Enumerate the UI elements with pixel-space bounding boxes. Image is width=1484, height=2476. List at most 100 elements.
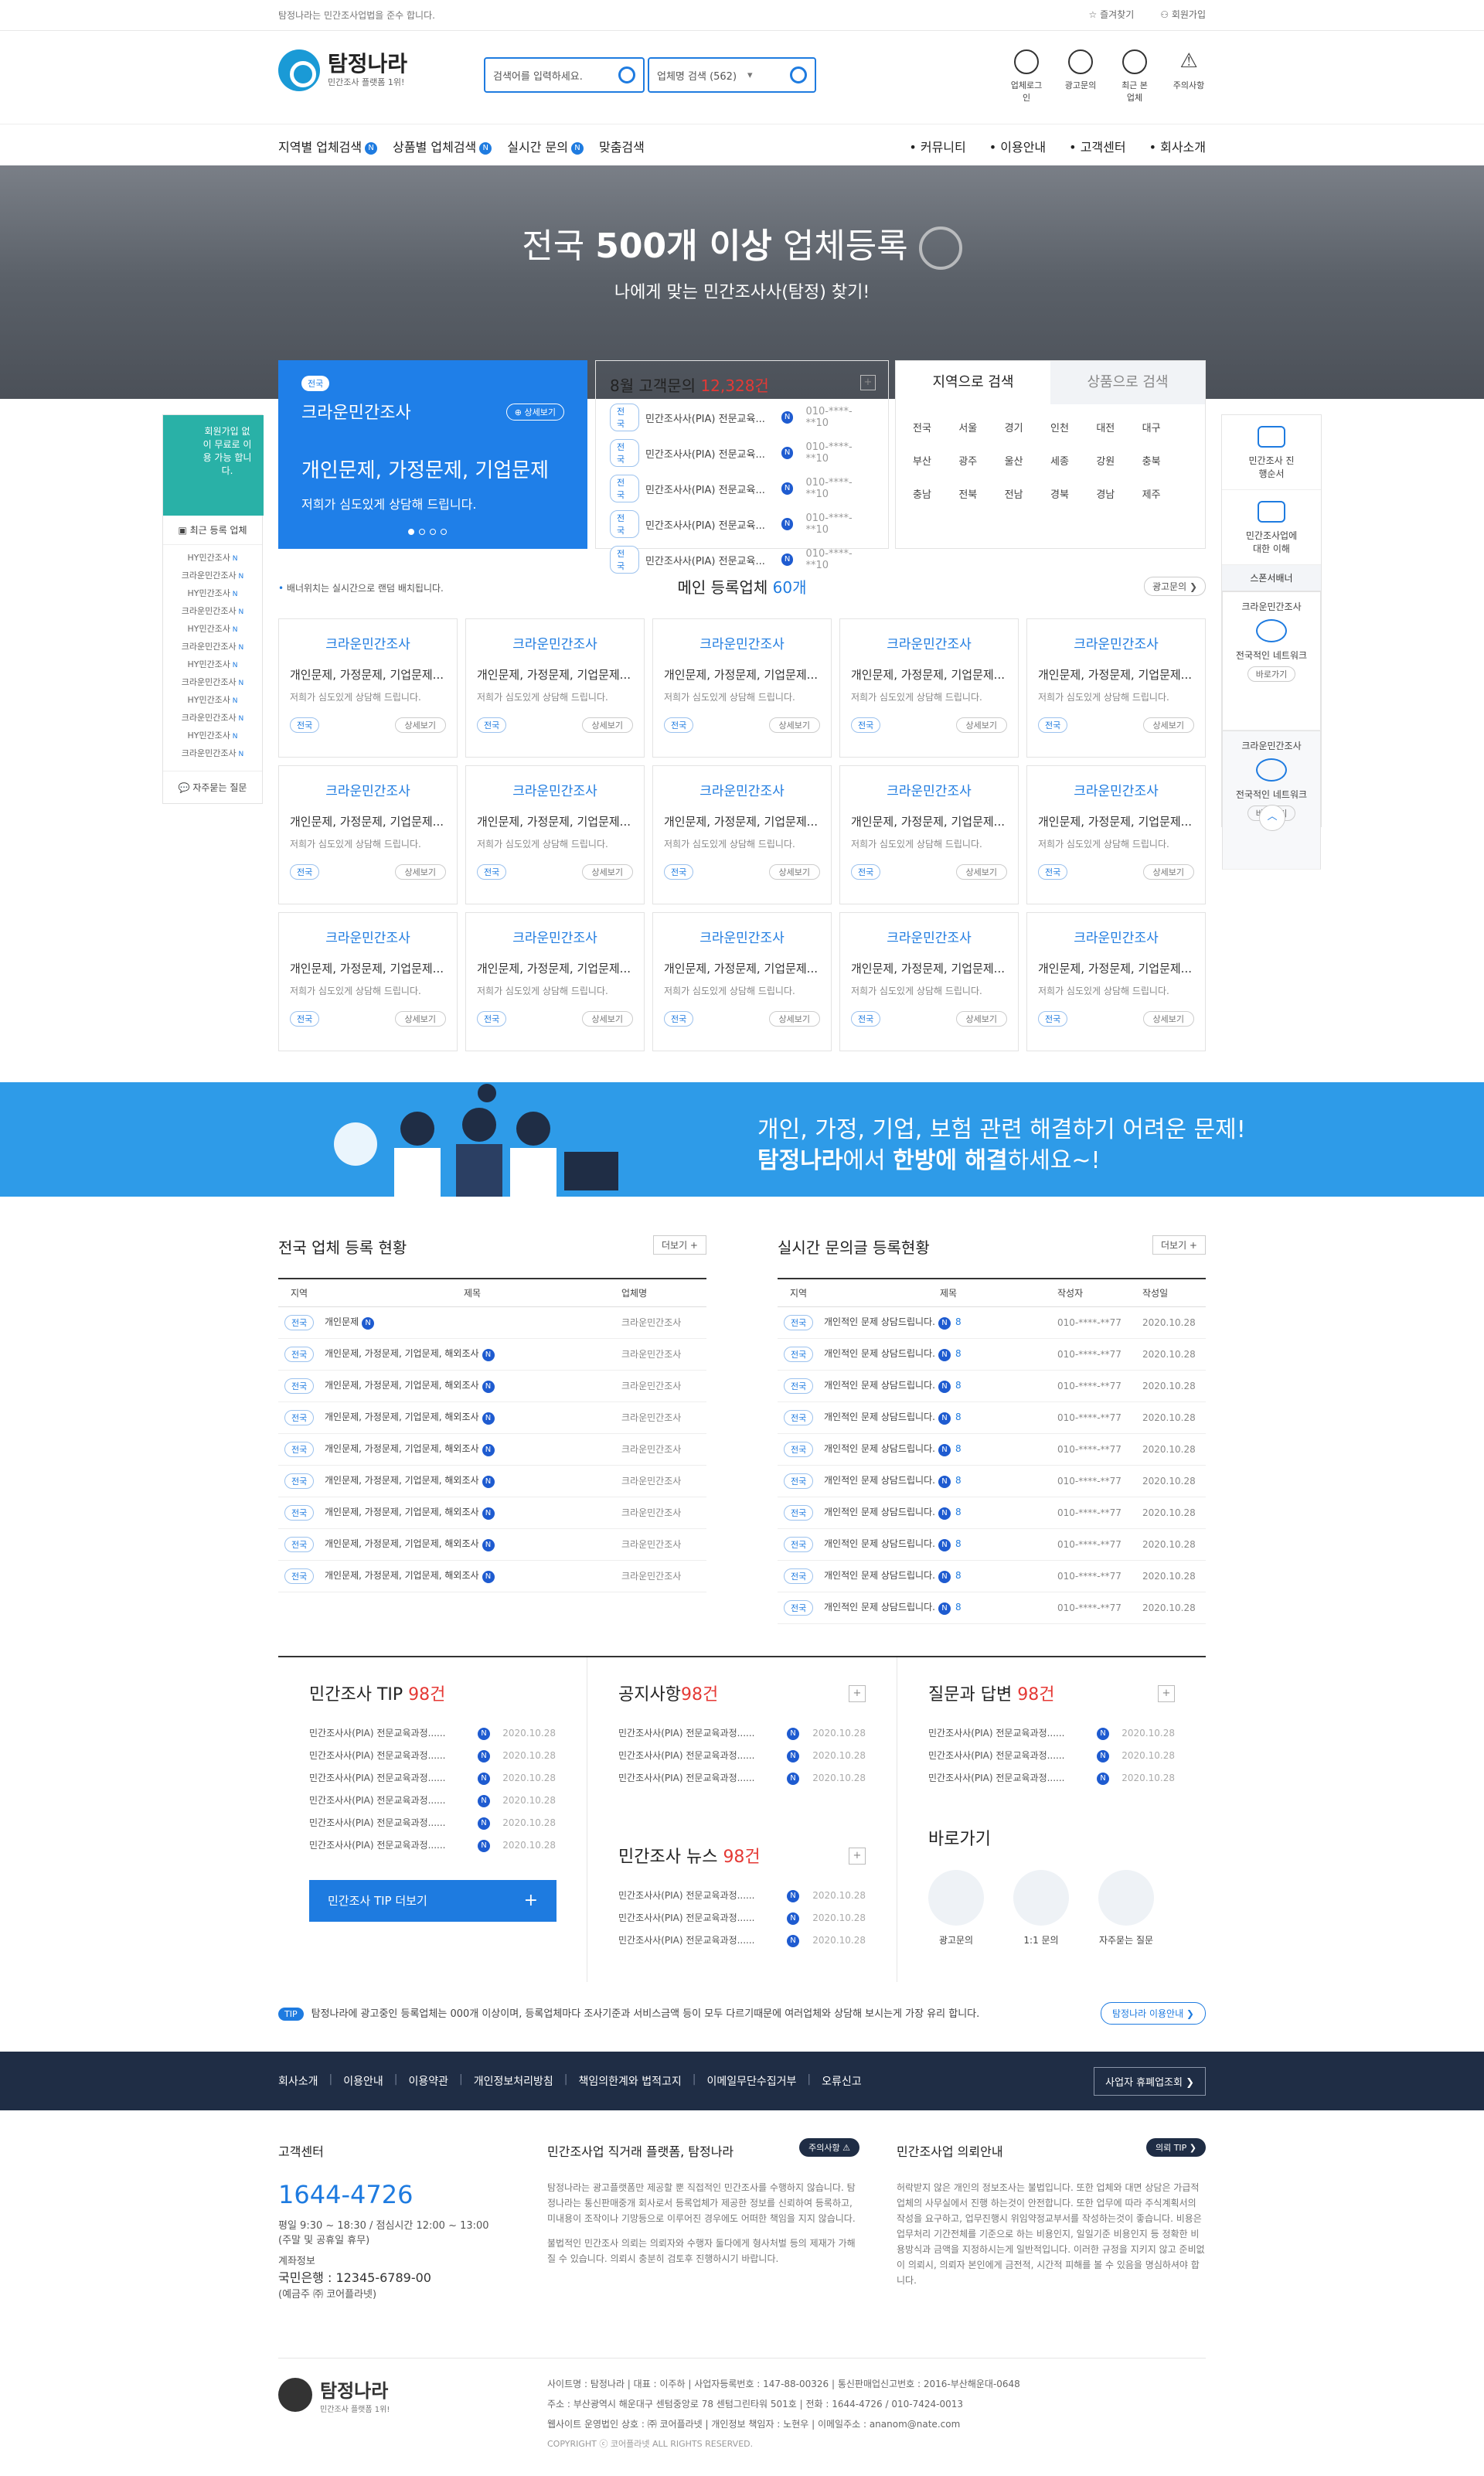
cs-phone[interactable]: 1644-4726	[278, 2180, 510, 2209]
table-row[interactable]: 전국 개인적인 문제 상담드립니다. N 8 010-****-**77 2020.10.…	[778, 1497, 1206, 1529]
detail-button[interactable]: 상세보기	[581, 1011, 633, 1027]
inquiry-row[interactable]: 전국 민간조사사(PIA) 전문교육... N 010-****-**10	[610, 546, 874, 574]
detail-button[interactable]: 상세보기	[581, 717, 633, 733]
footer-link[interactable]: 오류신고	[822, 2073, 862, 2089]
detail-button[interactable]: 상세보기	[581, 864, 633, 880]
table-row[interactable]: 전국 개인적인 문제 상담드립니다. N 8 010-****-**77 2020.10.…	[778, 1592, 1206, 1624]
req-tip-pill[interactable]: 의뢰 TIP ❯	[1145, 2138, 1206, 2157]
quick-one-to-one[interactable]: 1:1 문의	[1013, 1870, 1069, 1946]
board-item[interactable]: 민간조사사(PIA) 전문교육과정...... N 2020.10.28	[309, 1745, 556, 1767]
tab-region[interactable]: 지역으로 검색	[896, 361, 1050, 404]
board-item[interactable]: 민간조사사(PIA) 전문교육과정...... N 2020.10.28	[309, 1834, 556, 1857]
detail-button[interactable]: 상세보기	[955, 1011, 1007, 1027]
recent-company[interactable]: HY민간조사 N	[163, 585, 262, 603]
region-link[interactable]: 대구	[1142, 420, 1188, 434]
inquiry-row[interactable]: 전국 민간조사사(PIA) 전문교육... N 010-****-**10	[610, 475, 874, 502]
news-more-button[interactable]: +	[849, 1848, 866, 1865]
board-item[interactable]: 민간조사사(PIA) 전문교육과정...... N 2020.10.28	[928, 1722, 1175, 1745]
inquiry-row[interactable]: 전국 민간조사사(PIA) 전문교육... N 010-****-**10	[610, 510, 874, 538]
nav-product-search[interactable]: 상품별 업체검색 N	[393, 137, 492, 155]
recent-company[interactable]: HY민간조사 N	[163, 621, 262, 639]
bookmark-link[interactable]: ☆ 즐겨찾기	[1089, 8, 1135, 21]
region-link[interactable]: 세종	[1050, 453, 1096, 468]
member-card[interactable]: 크라운민간조사 개인문제, 가정문제, 기업문제... 저희가 심도있게 상담해 드…	[465, 618, 645, 758]
table-row[interactable]: 전국 개인문제, 가정문제, 기업문제, 해외조사 N 크라운민간조사	[278, 1401, 706, 1434]
board-item[interactable]: 민간조사사(PIA) 전문교육과정...... N 2020.10.28	[618, 1767, 866, 1790]
recent-company[interactable]: 크라운민간조사 N	[163, 639, 262, 656]
detail-button[interactable]: 상세보기	[394, 717, 446, 733]
footer-link[interactable]: 책임의한계와 법적고지	[579, 2073, 682, 2089]
table-row[interactable]: 전국 개인적인 문제 상담드립니다. N 8 010-****-**77 2020.10.…	[778, 1528, 1206, 1561]
nav-custom-search[interactable]: 맞춤검색	[599, 137, 645, 155]
sponsor-go-button[interactable]: 바로가기	[1247, 666, 1296, 682]
table-row[interactable]: 전국 개인적인 문제 상담드립니다. N 8 010-****-**77 2020.10.…	[778, 1433, 1206, 1466]
caution-pill[interactable]: 주의사항 ⚠	[799, 2138, 859, 2157]
recent-company[interactable]: HY민간조사 N	[163, 692, 262, 710]
search-icon[interactable]	[618, 66, 635, 83]
region-link[interactable]: 경기	[1005, 420, 1050, 434]
table-row[interactable]: 전국 개인문제, 가정문제, 기업문제, 해외조사 N 크라운민간조사	[278, 1528, 706, 1561]
board-item[interactable]: 민간조사사(PIA) 전문교육과정...... N 2020.10.28	[618, 1929, 866, 1952]
board-item[interactable]: 민간조사사(PIA) 전문교육과정...... N 2020.10.28	[618, 1885, 866, 1907]
recent-company[interactable]: HY민간조사 N	[163, 550, 262, 567]
member-card[interactable]: 크라운민간조사 개인문제, 가정문제, 기업문제... 저희가 심도있게 상담해 드…	[839, 765, 1019, 904]
inquiry-more-button[interactable]: +	[860, 375, 876, 390]
table-row[interactable]: 전국 개인적인 문제 상담드립니다. N 8 010-****-**77 2020.10.…	[778, 1401, 1206, 1434]
member-card[interactable]: 크라운민간조사 개인문제, 가정문제, 기업문제... 저희가 심도있게 상담해 드…	[1026, 912, 1206, 1051]
table-row[interactable]: 전국 개인문제, 가정문제, 기업문제, 해외조사 N 크라운민간조사	[278, 1497, 706, 1529]
nav-live-inquiry[interactable]: 실시간 문의 N	[507, 137, 584, 155]
member-card[interactable]: 크라운민간조사 개인문제, 가정문제, 기업문제... 저희가 심도있게 상담해 드…	[839, 912, 1019, 1051]
ad-inquiry-link[interactable]: 광고문의 ❯	[1143, 577, 1206, 596]
tab-product[interactable]: 상품으로 검색	[1050, 361, 1205, 404]
scroll-top-button[interactable]: ︿	[1259, 805, 1285, 831]
nav-support[interactable]: • 고객센터	[1069, 137, 1125, 155]
carousel-dot[interactable]	[408, 529, 414, 535]
detail-button[interactable]: 상세보기	[1142, 1011, 1194, 1027]
region-link[interactable]: 경남	[1096, 486, 1142, 501]
member-card[interactable]: 크라운민간조사 개인문제, 가정문제, 기업문제... 저희가 심도있게 상담해 드…	[278, 765, 458, 904]
live-more-button[interactable]: 더보기 +	[1152, 1235, 1206, 1255]
footer-link[interactable]: 이용약관	[409, 2073, 449, 2089]
nav-community[interactable]: • 커뮤니티	[909, 137, 965, 155]
understanding-link[interactable]: 민간조사업에 대한 이해	[1222, 490, 1321, 565]
member-card[interactable]: 크라운민간조사 개인문제, 가정문제, 기업문제... 저희가 심도있게 상담해 드…	[652, 618, 832, 758]
board-item[interactable]: 민간조사사(PIA) 전문교육과정...... N 2020.10.28	[309, 1790, 556, 1812]
member-card[interactable]: 크라운민간조사 개인문제, 가정문제, 기업문제... 저희가 심도있게 상담해 드…	[465, 912, 645, 1051]
region-link[interactable]: 인천	[1050, 420, 1096, 434]
nav-guide[interactable]: • 이용안내	[989, 137, 1046, 155]
reg-more-button[interactable]: 더보기 +	[653, 1235, 706, 1255]
board-item[interactable]: 민간조사사(PIA) 전문교육과정...... N 2020.10.28	[618, 1745, 866, 1767]
region-link[interactable]: 제주	[1142, 486, 1188, 501]
carousel-dot[interactable]	[419, 529, 425, 535]
faq-link[interactable]: 💬 자주묻는 질문	[163, 771, 262, 803]
footer-link[interactable]: 이메일무단수집거부	[706, 2073, 796, 2089]
region-link[interactable]: 전북	[958, 486, 1004, 501]
table-row[interactable]: 전국 개인문제, 가정문제, 기업문제, 해외조사 N 크라운민간조사	[278, 1560, 706, 1592]
recent-company[interactable]: 크라운민간조사 N	[163, 745, 262, 763]
keyword-search[interactable]: 검색어를 입력하세요.	[484, 57, 645, 93]
table-row[interactable]: 전국 개인적인 문제 상담드립니다. N 8 010-****-**77 2020.10.…	[778, 1338, 1206, 1371]
member-card[interactable]: 크라운민간조사 개인문제, 가정문제, 기업문제... 저희가 심도있게 상담해 드…	[1026, 765, 1206, 904]
table-row[interactable]: 전국 개인적인 문제 상담드립니다. N 8 010-****-**77 2020.10.…	[778, 1465, 1206, 1497]
sponsor-card[interactable]: 크라운민간조사전국적인 네트워크바로가기	[1222, 591, 1321, 731]
region-link[interactable]: 부산	[913, 453, 958, 468]
recent-company[interactable]: HY민간조사 N	[163, 656, 262, 674]
company-login-button[interactable]: 업체로그인	[1009, 49, 1043, 104]
guide-button[interactable]: 탐정나라 이용안내 ❯	[1100, 2002, 1206, 2025]
region-link[interactable]: 전남	[1005, 486, 1050, 501]
table-row[interactable]: 전국 개인문제, 가정문제, 기업문제, 해외조사 N 크라운민간조사	[278, 1370, 706, 1402]
table-row[interactable]: 전국 개인문제 N 크라운민간조사	[278, 1306, 706, 1339]
footer-link[interactable]: 이용안내	[343, 2073, 383, 2089]
table-row[interactable]: 전국 개인문제, 가정문제, 기업문제, 해외조사 N 크라운민간조사	[278, 1433, 706, 1466]
detail-button[interactable]: 상세보기	[955, 717, 1007, 733]
region-link[interactable]: 경북	[1050, 486, 1096, 501]
caution-button[interactable]: ⚠ 주의사항	[1172, 49, 1206, 104]
recent-company-button[interactable]: 최근 본 업체	[1118, 49, 1152, 104]
board-item[interactable]: 민간조사사(PIA) 전문교육과정...... N 2020.10.28	[309, 1812, 556, 1834]
member-card[interactable]: 크라운민간조사 개인문제, 가정문제, 기업문제... 저희가 심도있게 상담해 드…	[839, 618, 1019, 758]
region-link[interactable]: 울산	[1005, 453, 1050, 468]
detail-button[interactable]: 상세보기	[394, 864, 446, 880]
detail-button[interactable]: 상세보기	[955, 864, 1007, 880]
carousel-dot[interactable]	[430, 529, 436, 535]
detail-button[interactable]: 상세보기	[394, 1011, 446, 1027]
